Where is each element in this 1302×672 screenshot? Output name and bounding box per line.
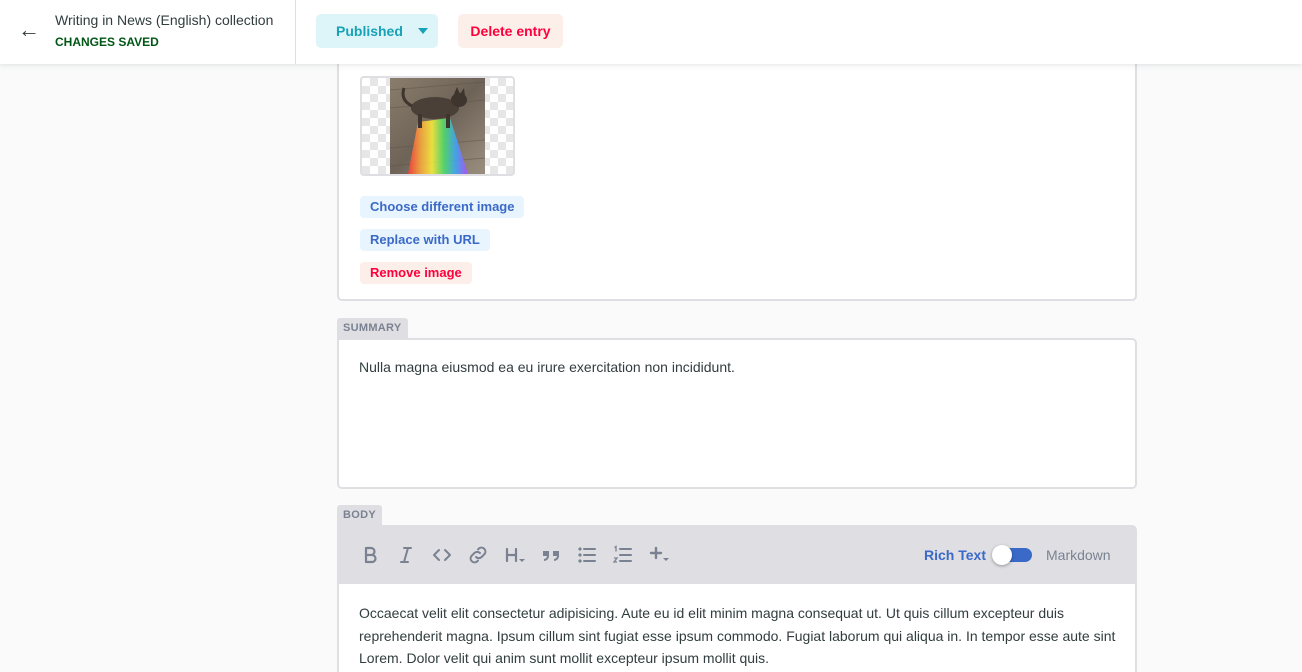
- caret-down-icon: [418, 28, 428, 34]
- summary-textarea[interactable]: Nulla magna eiusmod ea eu irure exercita…: [337, 338, 1137, 489]
- quote-icon[interactable]: [539, 543, 563, 567]
- collection-title: Writing in News (English) collection: [55, 12, 274, 28]
- link-icon[interactable]: [466, 543, 490, 567]
- toggle-knob: [992, 545, 1012, 565]
- add-component-icon[interactable]: [647, 543, 671, 567]
- editor-mode-toggle[interactable]: [992, 545, 1032, 565]
- image-preview: [360, 76, 515, 176]
- back-to-collection-link[interactable]: ← Writing in News (English) collection C…: [0, 0, 296, 64]
- markdown-mode-label[interactable]: Markdown: [1046, 547, 1111, 563]
- delete-entry-button[interactable]: Delete entry: [458, 14, 563, 48]
- image-field: Choose different image Replace with URL …: [337, 56, 1137, 301]
- remove-image-button[interactable]: Remove image: [360, 262, 472, 284]
- editor-toolbar: ← Writing in News (English) collection C…: [0, 0, 1302, 64]
- rich-text-mode-label[interactable]: Rich Text: [924, 547, 986, 563]
- publish-status-dropdown[interactable]: Published: [316, 14, 438, 48]
- back-arrow-icon: ←: [18, 17, 40, 42]
- numbered-list-icon[interactable]: [611, 543, 635, 567]
- save-status: CHANGES SAVED: [55, 35, 159, 49]
- choose-different-image-button[interactable]: Choose different image: [360, 196, 525, 218]
- summary-label: SUMMARY: [337, 318, 408, 338]
- bold-icon[interactable]: [358, 543, 382, 567]
- code-icon[interactable]: [430, 543, 454, 567]
- heading-icon[interactable]: [503, 543, 527, 567]
- body-label: BODY: [337, 505, 382, 525]
- rich-text-toolbar: Rich Text Markdown: [339, 527, 1135, 584]
- replace-with-url-button[interactable]: Replace with URL: [360, 229, 490, 251]
- publish-status-label: Published: [336, 23, 403, 39]
- body-editor: Rich Text Markdown Occaecat velit elit c…: [337, 525, 1137, 672]
- summary-value: Nulla magna eiusmod ea eu irure exercita…: [359, 359, 735, 375]
- bulleted-list-icon[interactable]: [575, 543, 599, 567]
- body-content[interactable]: Occaecat velit elit consectetur adipisic…: [359, 602, 1119, 670]
- cat-photo-icon: [390, 78, 485, 174]
- italic-icon[interactable]: [394, 543, 418, 567]
